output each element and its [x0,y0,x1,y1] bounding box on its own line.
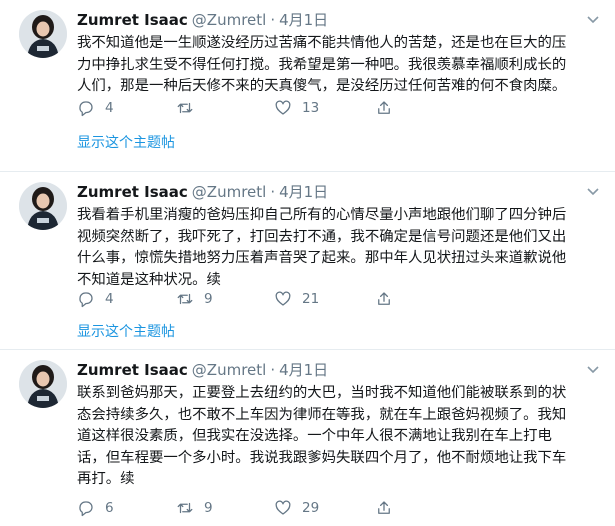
tweet[interactable]: Zumret Isaac @Zumretl · 4月1日 我看着手机里消瘦的爸妈压抑自… [0,172,615,350]
retweet-icon [177,293,193,305]
avatar[interactable] [19,182,67,230]
separator-dot: · [270,183,276,201]
like-count: 21 [302,291,320,307]
user-handle[interactable]: @Zumretl [192,11,267,29]
share-icon [378,292,390,305]
avatar[interactable] [19,10,67,58]
share-button[interactable] [375,289,403,309]
heart-icon [275,100,291,115]
like-button[interactable]: 29 [274,498,319,518]
reply-button[interactable]: 4 [77,289,114,309]
avatar[interactable] [19,360,67,408]
tweet-date[interactable]: 4月1日 [279,183,328,201]
heart-icon [275,500,291,515]
tweet-header: Zumret Isaac @Zumretl · 4月1日 [77,182,328,202]
retweet-count: 9 [204,291,213,307]
share-button[interactable] [375,98,403,118]
tweet-text: 联系到爸妈那天，正要登上去纽约的大巴，当时我不知道他们能被联系到的状 态会持续多… [77,385,567,488]
show-thread-link[interactable]: 显示这个主题帖 [77,323,175,341]
share-icon [378,501,390,514]
like-count: 29 [302,500,320,516]
tweet-text: 我不知道他是一生顺遂没经历过苦痛不能共情他人的苦楚，还是也在巨大的压 力中挣扎求… [77,35,567,95]
retweet-icon [177,502,193,514]
separator-dot: · [270,11,276,29]
show-thread-link[interactable]: 显示这个主题帖 [77,134,175,152]
tweet[interactable]: Zumret Isaac @Zumretl · 4月1日 我不知道他是一生顺遂没经历过… [0,0,615,172]
separator-dot: · [270,361,276,379]
tweet[interactable]: Zumret Isaac @Zumretl · 4月1日 联系到爸妈那天，正要登上去纽… [0,350,615,526]
retweet-button[interactable]: 9 [176,498,213,518]
retweet-button[interactable]: 9 [176,289,213,309]
chevron-down-icon[interactable] [585,364,601,376]
user-handle[interactable]: @Zumretl [192,183,267,201]
display-name[interactable]: Zumret Isaac [77,361,188,379]
tweet-header: Zumret Isaac @Zumretl · 4月1日 [77,360,328,380]
reply-count: 6 [105,500,114,516]
tweet-actions: 4 9 21 [77,289,477,309]
retweet-count: 9 [204,500,213,516]
reply-count: 4 [105,100,114,116]
like-button[interactable]: 21 [274,289,319,309]
share-button[interactable] [375,498,403,518]
heart-icon [275,291,291,306]
reply-count: 4 [105,291,114,307]
like-count: 13 [302,100,320,116]
reply-icon [79,501,93,517]
tweet-actions: 4 13 [77,98,477,118]
tweet-actions: 6 9 29 [77,498,477,518]
chevron-down-icon[interactable] [585,186,601,198]
share-icon [378,101,390,114]
reply-icon [79,292,93,308]
tweet-text: 我看着手机里消瘦的爸妈压抑自己所有的心情尽量小声地跟他们聊了四分钟后 视频突然断… [77,207,567,288]
reply-icon [79,101,93,117]
display-name[interactable]: Zumret Isaac [77,11,188,29]
user-handle[interactable]: @Zumretl [192,361,267,379]
reply-button[interactable]: 4 [77,98,114,118]
display-name[interactable]: Zumret Isaac [77,183,188,201]
tweet-date[interactable]: 4月1日 [279,361,328,379]
like-button[interactable]: 13 [274,98,319,118]
retweet-button[interactable] [176,98,204,118]
tweet-header: Zumret Isaac @Zumretl · 4月1日 [77,10,328,30]
tweet-date[interactable]: 4月1日 [279,11,328,29]
chevron-down-icon[interactable] [585,14,601,26]
reply-button[interactable]: 6 [77,498,114,518]
retweet-icon [177,102,193,114]
